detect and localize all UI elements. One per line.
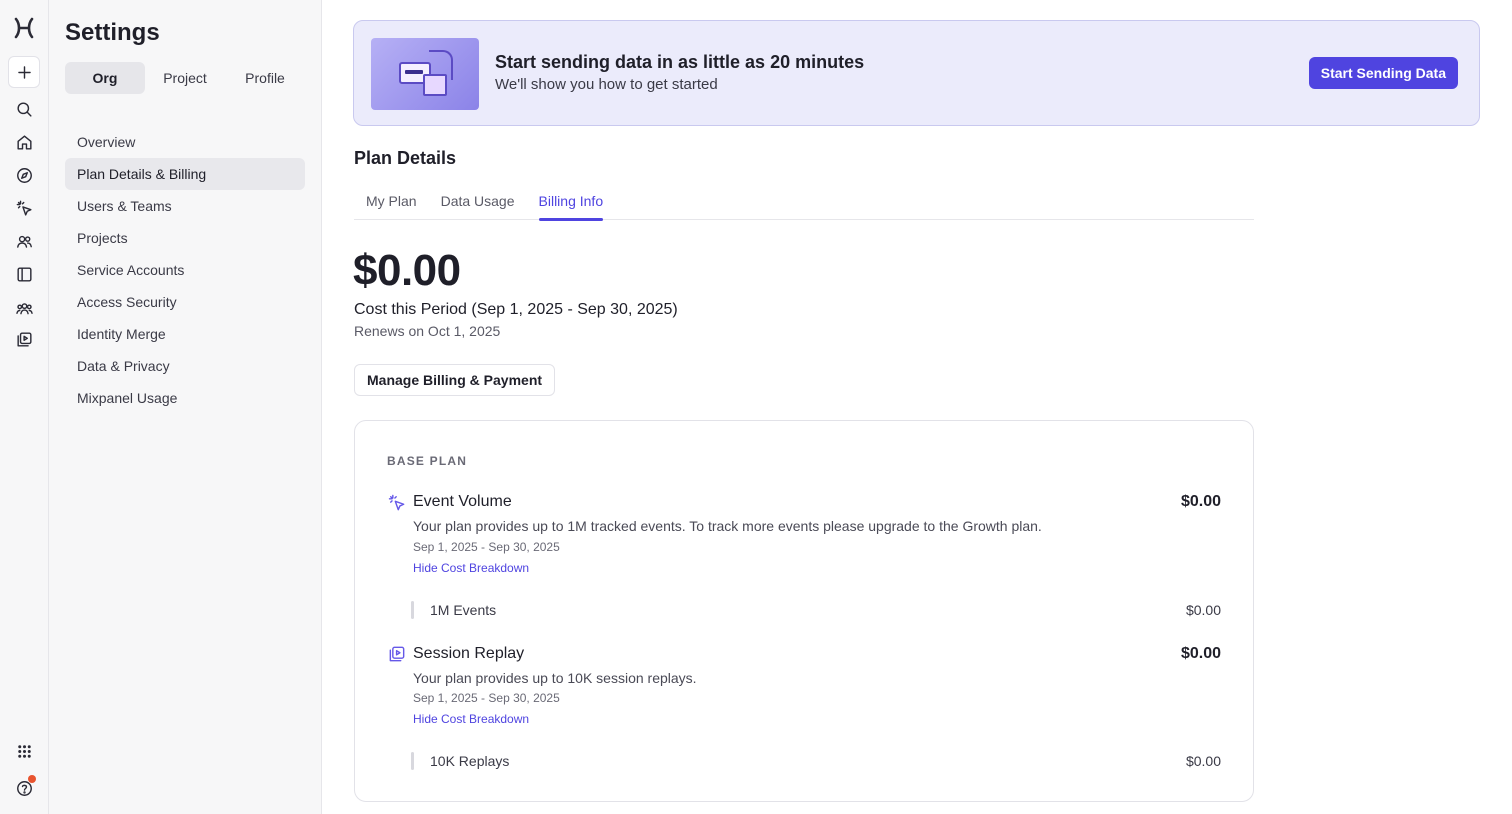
nav-item-mixpanel-usage[interactable]: Mixpanel Usage — [65, 382, 305, 414]
tab-data-usage[interactable]: Data Usage — [429, 181, 527, 220]
home-icon[interactable] — [8, 126, 40, 158]
teams-icon[interactable] — [8, 292, 40, 324]
nav-item-data-privacy[interactable]: Data & Privacy — [65, 350, 305, 382]
scope-tab-org[interactable]: Org — [65, 62, 145, 94]
banner-subtitle: We'll show you how to get started — [495, 76, 718, 93]
base-plan-card: BASE PLAN Event Volume $0.00 Your plan p… — [354, 420, 1254, 802]
scope-switcher: Org Project Profile — [65, 62, 305, 94]
session-replay-hide-breakdown-link[interactable]: Hide Cost Breakdown — [413, 712, 529, 726]
breakdown-bar — [411, 752, 414, 770]
plus-icon[interactable] — [8, 56, 40, 88]
compass-icon[interactable] — [8, 159, 40, 191]
plan-tabs: My Plan Data Usage Billing Info — [354, 181, 1254, 221]
event-volume-price: $0.00 — [1180, 493, 1221, 510]
main-content: Start sending data in as little as 20 mi… — [322, 0, 1512, 814]
session-replay-icon[interactable] — [8, 323, 40, 355]
search-icon[interactable] — [8, 93, 40, 125]
users-icon[interactable] — [8, 225, 40, 257]
session-replay-dates: Sep 1, 2025 - Sep 30, 2025 — [413, 691, 560, 705]
settings-nav: Overview Plan Details & Billing Users & … — [65, 126, 305, 414]
event-volume-description: Your plan provides up to 1M tracked even… — [413, 518, 1042, 534]
start-sending-data-button[interactable]: Start Sending Data — [1308, 57, 1458, 89]
sparkle-cursor-icon — [387, 493, 407, 513]
session-replay-description: Your plan provides up to 10K session rep… — [413, 670, 697, 686]
onboarding-banner: Start sending data in as little as 20 mi… — [353, 20, 1480, 126]
banner-title: Start sending data in as little as 20 mi… — [495, 52, 865, 72]
mixpanel-logo-icon[interactable] — [8, 12, 40, 44]
base-plan-label: BASE PLAN — [387, 454, 468, 468]
tab-billing-info[interactable]: Billing Info — [527, 181, 616, 221]
session-replay-name: Session Replay — [413, 645, 525, 662]
renewal-date: Renews on Oct 1, 2025 — [354, 323, 501, 339]
session-replay-breakdown-name: 10K Replays — [430, 753, 510, 769]
apps-grid-icon[interactable] — [8, 735, 40, 767]
sidebar-panel-icon[interactable] — [8, 258, 40, 290]
breakdown-bar — [411, 601, 414, 619]
session-replay-icon — [387, 644, 407, 664]
nav-item-access-security[interactable]: Access Security — [65, 286, 305, 318]
scope-tab-profile[interactable]: Profile — [225, 62, 305, 94]
banner-illustration — [371, 38, 479, 110]
settings-panel: Settings Org Project Profile Overview Pl… — [49, 0, 322, 814]
tab-my-plan[interactable]: My Plan — [354, 181, 429, 220]
scope-tab-project[interactable]: Project — [145, 62, 225, 94]
nav-item-plan-details-billing[interactable]: Plan Details & Billing — [65, 158, 305, 190]
event-volume-breakdown-price: $0.00 — [1185, 602, 1221, 618]
session-replay-breakdown-price: $0.00 — [1185, 753, 1221, 769]
cost-period-label: Cost this Period (Sep 1, 2025 - Sep 30, … — [354, 301, 678, 318]
event-volume-name: Event Volume — [413, 493, 512, 510]
app-rail — [0, 0, 49, 814]
help-icon[interactable] — [8, 772, 40, 804]
nav-item-projects[interactable]: Projects — [65, 222, 305, 254]
period-cost-amount: $0.00 — [353, 246, 461, 295]
nav-item-service-accounts[interactable]: Service Accounts — [65, 254, 305, 286]
sparkle-cursor-icon[interactable] — [8, 192, 40, 224]
event-volume-dates: Sep 1, 2025 - Sep 30, 2025 — [413, 540, 560, 554]
nav-item-identity-merge[interactable]: Identity Merge — [65, 318, 305, 350]
nav-item-users-teams[interactable]: Users & Teams — [65, 190, 305, 222]
nav-item-overview[interactable]: Overview — [65, 126, 305, 158]
settings-title: Settings — [65, 19, 160, 46]
notification-dot — [28, 775, 36, 783]
plan-details-title: Plan Details — [354, 148, 457, 168]
manage-billing-button[interactable]: Manage Billing & Payment — [354, 364, 556, 396]
event-volume-breakdown-name: 1M Events — [430, 602, 497, 618]
event-volume-hide-breakdown-link[interactable]: Hide Cost Breakdown — [413, 561, 529, 575]
session-replay-price: $0.00 — [1180, 645, 1221, 662]
